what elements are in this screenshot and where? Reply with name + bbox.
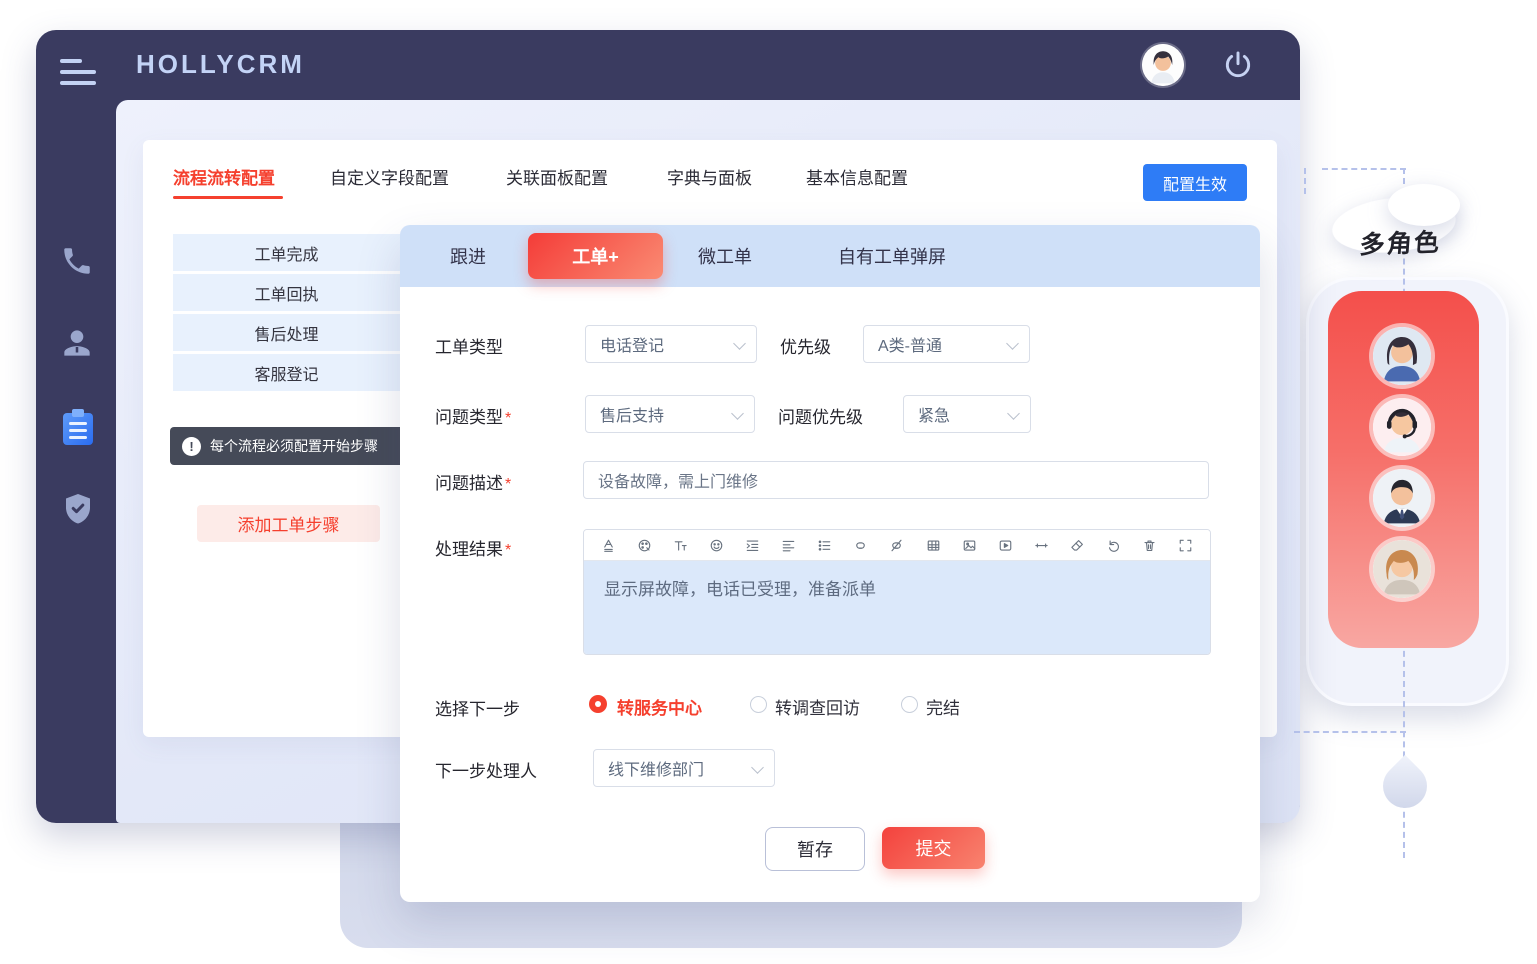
tab-micro-work-order[interactable]: 微工单 bbox=[698, 225, 752, 287]
radio-icon-selected[interactable] bbox=[589, 695, 607, 713]
font-size-icon[interactable] bbox=[671, 536, 689, 554]
notice-text: 每个流程必须配置开始步骤 bbox=[210, 436, 378, 456]
horizontal-rule-icon[interactable] bbox=[1032, 536, 1050, 554]
apply-config-button[interactable]: 配置生效 bbox=[1143, 164, 1247, 201]
next-step-label: 选择下一步 bbox=[435, 695, 520, 720]
problem-type-select[interactable]: 售后支持 bbox=[585, 395, 755, 433]
radio-icon[interactable] bbox=[750, 696, 767, 713]
result-label: 处理结果 bbox=[435, 535, 511, 560]
workflow-step-list: 工单完成 工单回执 售后处理 客服登记 bbox=[173, 234, 400, 394]
role-avatar-agent-2[interactable] bbox=[1373, 540, 1431, 598]
active-tab-underline bbox=[173, 196, 283, 199]
multi-role-label: 多角色 bbox=[1359, 223, 1443, 262]
result-editor: 显示屏故障，电话已受理，准备派单 bbox=[583, 529, 1211, 655]
tab-follow-up[interactable]: 跟进 bbox=[450, 225, 486, 287]
dashed-line bbox=[1304, 168, 1306, 194]
emoji-icon[interactable] bbox=[707, 536, 725, 554]
chevron-down-icon bbox=[751, 761, 764, 774]
work-order-modal: 跟进 工单+ 微工单 自有工单弹屏 工单类型 电话登记 优先级 A类-普通 问题… bbox=[400, 225, 1260, 902]
problem-type-label: 问题类型 bbox=[435, 403, 511, 428]
order-type-label: 工单类型 bbox=[435, 333, 503, 358]
eraser-icon[interactable] bbox=[1068, 536, 1086, 554]
color-palette-icon[interactable] bbox=[635, 536, 653, 554]
result-editor-body[interactable]: 显示屏故障，电话已受理，准备派单 bbox=[584, 561, 1210, 654]
cloud-shape bbox=[1388, 184, 1460, 226]
priority-select[interactable]: A类-普通 bbox=[863, 325, 1030, 363]
tab-custom-fields[interactable]: 自定义字段配置 bbox=[330, 164, 449, 189]
next-step-option-survey-callback[interactable]: 转调查回访 bbox=[775, 694, 860, 719]
tab-own-popup[interactable]: 自有工单弹屏 bbox=[838, 225, 946, 287]
security-icon[interactable] bbox=[60, 491, 98, 531]
tab-work-order-plus[interactable]: 工单+ bbox=[528, 233, 663, 279]
submit-button[interactable]: 提交 bbox=[882, 827, 985, 869]
dashed-line bbox=[1294, 731, 1406, 733]
next-handler-select[interactable]: 线下维修部门 bbox=[593, 749, 775, 787]
image-icon[interactable] bbox=[960, 536, 978, 554]
tab-linked-panel[interactable]: 关联面板配置 bbox=[506, 164, 608, 189]
save-draft-button[interactable]: 暂存 bbox=[765, 827, 865, 871]
table-icon[interactable] bbox=[924, 536, 942, 554]
next-step-option-service-center[interactable]: 转服务中心 bbox=[617, 694, 702, 719]
tab-flow-config[interactable]: 流程流转配置 bbox=[173, 164, 275, 189]
delete-icon[interactable] bbox=[1141, 536, 1159, 554]
notice-tooltip: ! 每个流程必须配置开始步骤 bbox=[170, 427, 420, 465]
add-step-button[interactable]: 添加工单步骤 bbox=[197, 505, 380, 542]
dashed-line bbox=[1322, 168, 1406, 170]
next-step-option-complete[interactable]: 完结 bbox=[926, 694, 960, 719]
insert-link-icon[interactable] bbox=[852, 536, 870, 554]
problem-priority-label: 问题优先级 bbox=[778, 403, 863, 428]
workflow-step-item[interactable]: 客服登记 bbox=[173, 354, 400, 391]
problem-priority-select[interactable]: 紧急 bbox=[903, 395, 1031, 433]
font-underline-icon[interactable] bbox=[599, 536, 617, 554]
editor-toolbar bbox=[584, 530, 1210, 561]
order-type-select[interactable]: 电话登记 bbox=[585, 325, 757, 363]
teardrop-shape bbox=[1374, 755, 1436, 817]
fullscreen-icon[interactable] bbox=[1177, 536, 1195, 554]
chevron-down-icon bbox=[1007, 407, 1020, 420]
chevron-down-icon bbox=[731, 407, 744, 420]
workflow-step-item[interactable]: 工单回执 bbox=[173, 274, 400, 311]
unordered-list-icon[interactable] bbox=[816, 536, 834, 554]
menu-icon[interactable] bbox=[60, 57, 96, 89]
avatar-face bbox=[1142, 44, 1184, 86]
role-avatar-agent-1[interactable] bbox=[1373, 327, 1431, 385]
next-handler-label: 下一步处理人 bbox=[435, 757, 537, 782]
contact-icon[interactable] bbox=[58, 324, 96, 364]
power-icon[interactable] bbox=[1222, 49, 1254, 81]
video-icon[interactable] bbox=[996, 536, 1014, 554]
indent-icon[interactable] bbox=[743, 536, 761, 554]
chevron-down-icon bbox=[733, 337, 746, 350]
brand-logo: HOLLYCRM bbox=[136, 49, 305, 80]
tab-basic-info[interactable]: 基本信息配置 bbox=[806, 164, 908, 189]
undo-icon[interactable] bbox=[1105, 536, 1123, 554]
workflow-step-item[interactable]: 工单完成 bbox=[173, 234, 400, 271]
chevron-down-icon bbox=[1006, 337, 1019, 350]
radio-icon[interactable] bbox=[901, 696, 918, 713]
screenshot-canvas: HOLLYCRM bbox=[0, 0, 1537, 964]
remove-link-icon[interactable] bbox=[888, 536, 906, 554]
user-avatar[interactable] bbox=[1142, 44, 1184, 86]
tab-dictionary-panel[interactable]: 字典与面板 bbox=[667, 164, 752, 189]
align-left-icon[interactable] bbox=[780, 536, 798, 554]
role-avatar-headset-agent[interactable] bbox=[1373, 398, 1431, 456]
phone-icon[interactable] bbox=[60, 244, 98, 284]
problem-desc-label: 问题描述 bbox=[435, 469, 511, 494]
exclamation-icon: ! bbox=[182, 437, 201, 456]
role-avatar-manager[interactable] bbox=[1373, 469, 1431, 527]
problem-desc-input[interactable]: 设备故障，需上门维修 bbox=[583, 461, 1209, 499]
worklist-icon[interactable] bbox=[61, 408, 99, 448]
priority-label: 优先级 bbox=[780, 333, 831, 358]
workflow-step-item[interactable]: 售后处理 bbox=[173, 314, 400, 351]
